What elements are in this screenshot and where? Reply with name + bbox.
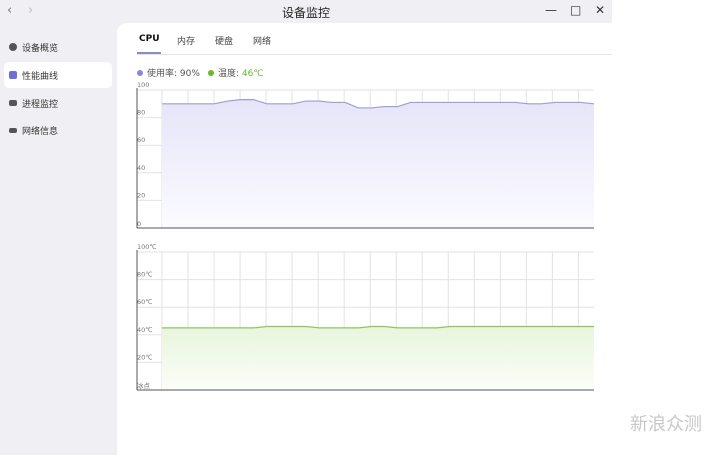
y-tick-label: 0 [137, 220, 141, 228]
y-tick-label: 40 [137, 164, 145, 172]
watermark: 新浪众测 [630, 414, 702, 435]
y-tick-label: 20 [137, 191, 145, 199]
charts: 0 20 40 60 80 100 冰点 20℃ 40℃ 60℃ 80℃ 100℃ [136, 81, 595, 391]
y-tick-label: 60℃ [137, 298, 153, 306]
y-tick-label: 60 [137, 136, 145, 144]
y-tick-label: 40℃ [137, 326, 153, 334]
y-tick-label: 80℃ [137, 271, 153, 279]
series-area [162, 99, 594, 228]
y-tick-label: 80 [137, 109, 145, 117]
y-tick-label: 100℃ [137, 243, 157, 251]
y-tick-label: 冰点 [137, 381, 151, 390]
y-tick-label: 100 [137, 81, 149, 89]
y-tick-label: 20℃ [137, 353, 153, 361]
series-area [162, 326, 594, 390]
